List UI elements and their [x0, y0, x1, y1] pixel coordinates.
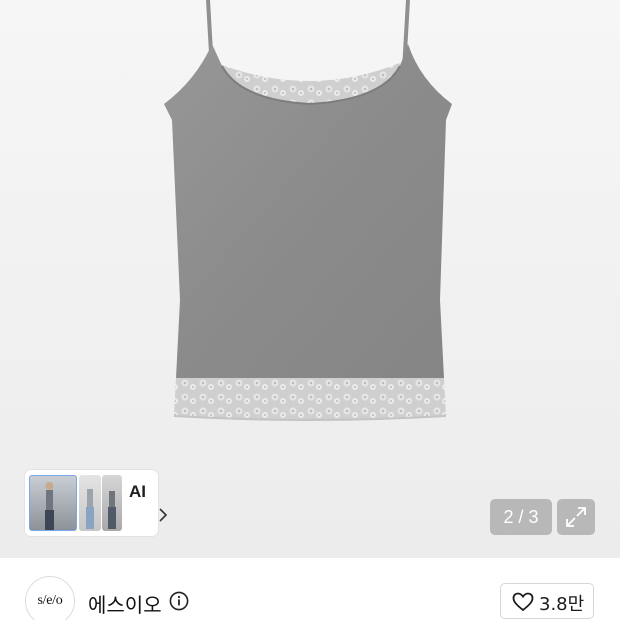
ai-label: AI	[129, 482, 146, 501]
chevron-right-icon	[158, 508, 168, 522]
like-button[interactable]: 3.8만	[500, 583, 594, 619]
image-counter: 2 / 3	[490, 499, 552, 535]
styling-thumbnail	[102, 475, 122, 531]
brand-name[interactable]: 에스이오	[88, 589, 162, 618]
styling-thumbnail	[79, 475, 101, 531]
ai-styling-card[interactable]: AI	[25, 470, 168, 536]
brand-logo[interactable]: s/e/o	[25, 576, 75, 620]
product-image-gallery[interactable]: AI 2 / 3	[0, 0, 620, 558]
styling-thumbnail	[29, 475, 77, 531]
info-icon[interactable]	[169, 591, 189, 615]
expand-button[interactable]	[557, 499, 595, 535]
like-count: 3.8만	[539, 594, 585, 615]
expand-icon	[566, 507, 586, 527]
heart-icon	[512, 592, 534, 612]
